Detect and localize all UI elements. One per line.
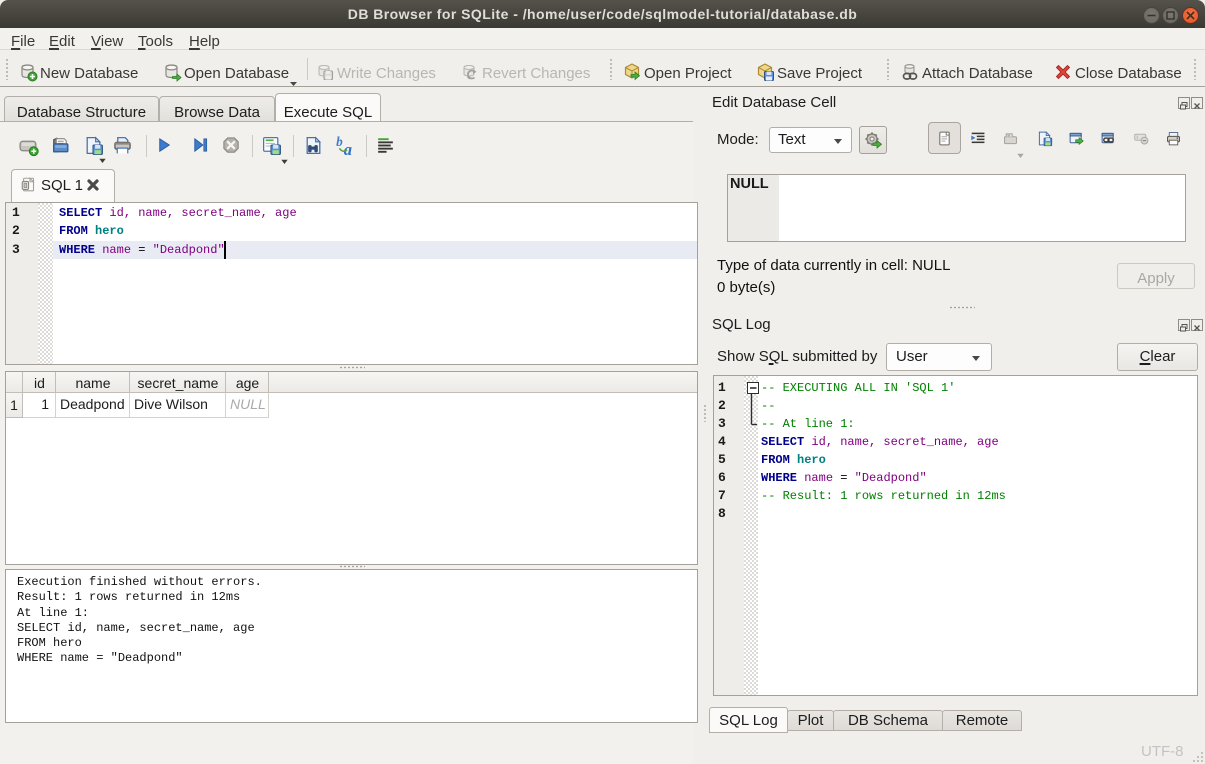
svg-text:b: b xyxy=(336,134,343,149)
svg-text:a: a xyxy=(344,140,352,156)
